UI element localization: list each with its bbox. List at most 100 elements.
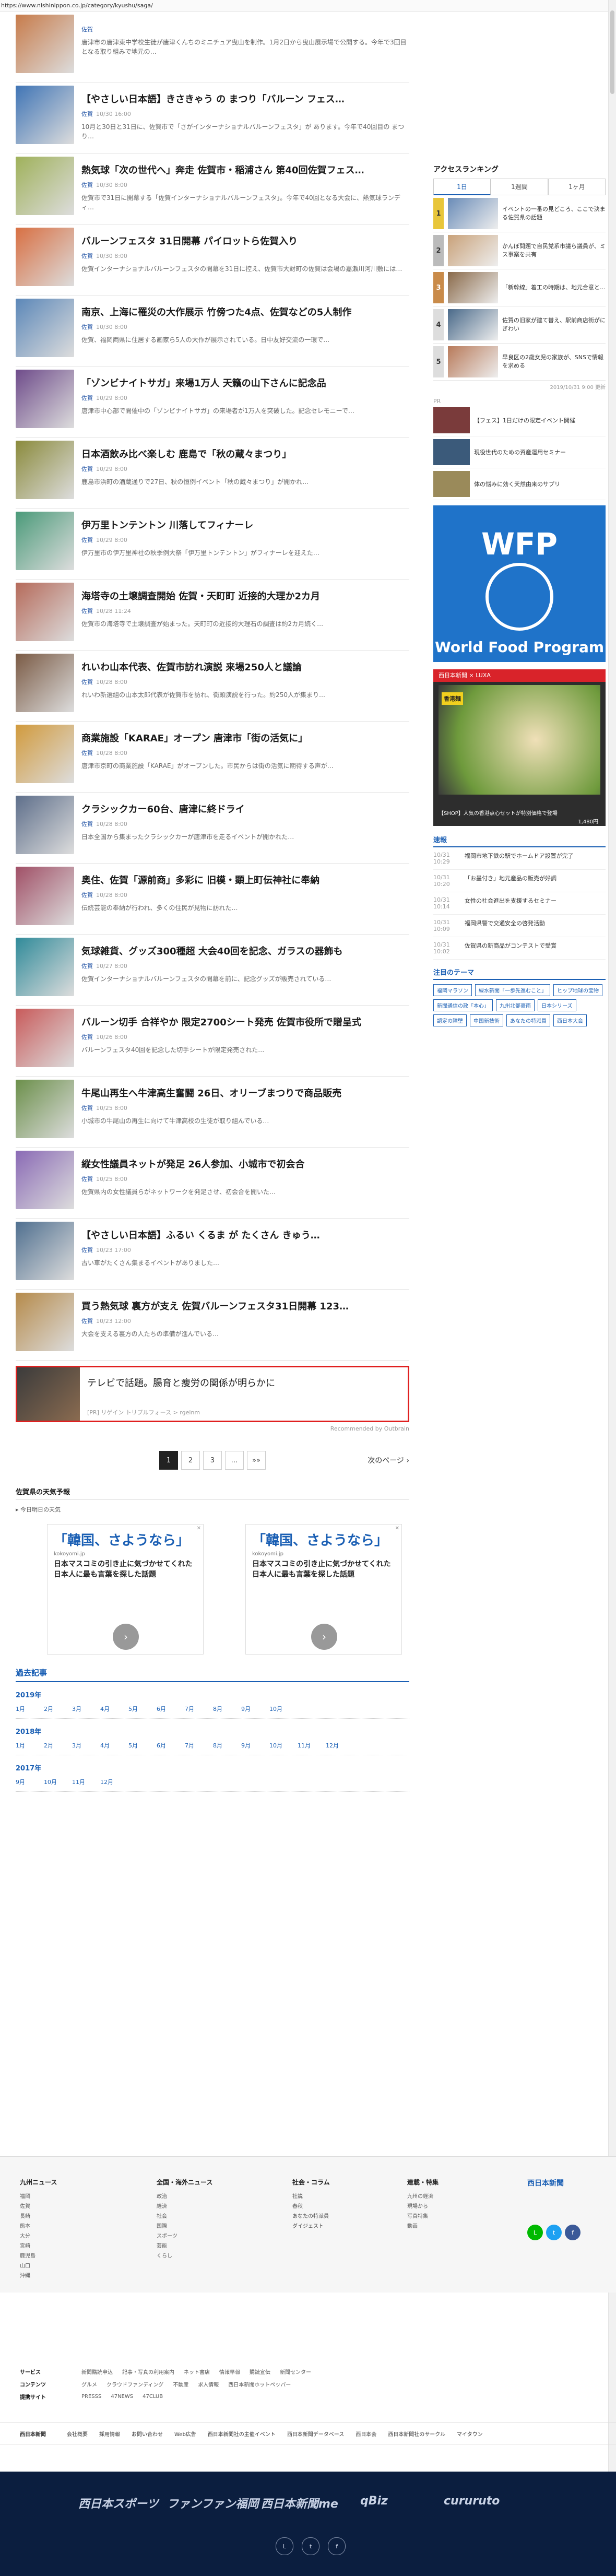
- ranking-tab[interactable]: 1週間: [491, 179, 548, 195]
- article-title[interactable]: 買う熱気球 裏方が支え 佐賀バルーンフェスタ31日開幕 123…: [81, 1299, 409, 1313]
- archive-month-link[interactable]: 2月: [44, 1741, 72, 1750]
- archive-month-link[interactable]: 4月: [100, 1741, 128, 1750]
- twitter-icon[interactable]: t: [302, 2537, 319, 2555]
- article-thumb[interactable]: [16, 1009, 74, 1067]
- footer-col-link[interactable]: 大分: [20, 2231, 98, 2241]
- article-item[interactable]: 牛尾山再生へ牛津高生奮闘 26日、オリーブまつりで商品販売 佐賀 10/25 8:…: [16, 1077, 409, 1148]
- footer-bar-link[interactable]: 西日本新聞社の主催イベント: [208, 2430, 276, 2438]
- footer-col-link[interactable]: 熊本: [20, 2221, 98, 2231]
- article-title[interactable]: 奥住、佐賀「源前商」多彩に 旧模・顕上町伝神社に奉納: [81, 873, 409, 887]
- article-tag[interactable]: 佐賀: [81, 1247, 93, 1254]
- archive-month-link[interactable]: 3月: [72, 1741, 100, 1750]
- article-title[interactable]: 熱気球「次の世代へ」奔走 佐賀市・稲浦さん 第40回佐賀フェス…: [81, 163, 409, 176]
- footer-bar-logo[interactable]: 西日本新聞: [20, 2430, 46, 2438]
- article-thumb[interactable]: [16, 1222, 74, 1280]
- footer-col-link[interactable]: 社会: [157, 2212, 235, 2221]
- scrollbar-thumb[interactable]: [610, 10, 614, 94]
- footer-logo[interactable]: 西日本新聞: [527, 2178, 606, 2188]
- archive-month-link[interactable]: 7月: [185, 1741, 213, 1750]
- article-tag[interactable]: 佐賀: [81, 1176, 93, 1183]
- footer-col-link[interactable]: 長崎: [20, 2212, 98, 2221]
- article-tag[interactable]: 佐賀: [81, 537, 93, 543]
- footer-bar-link[interactable]: Web広告: [174, 2430, 196, 2438]
- theme-tag[interactable]: ヒップ地球の宝物: [553, 984, 602, 996]
- article-title[interactable]: クラシックカー60台、唐津に終ドライ: [81, 802, 409, 816]
- article-tag[interactable]: 佐賀: [81, 821, 93, 828]
- footer-brand-logo[interactable]: cururuto: [444, 2495, 500, 2508]
- theme-tag[interactable]: 緑水新聞「一歩先進むこと」: [475, 984, 550, 996]
- article-tag[interactable]: 佐賀: [81, 608, 93, 615]
- footer-row-link[interactable]: 47CLUB: [143, 2394, 163, 2400]
- theme-tag[interactable]: 認定の障壁: [433, 1014, 467, 1026]
- pr-thumb[interactable]: [433, 471, 470, 497]
- footer-col-link[interactable]: 春秋: [292, 2202, 371, 2212]
- footer-col-title[interactable]: 連載・特集: [407, 2178, 485, 2187]
- article-item[interactable]: バルーン切手 合祥やか 限定2700シート発売 佐賀市役所で贈呈式 佐賀 10/2…: [16, 1006, 409, 1077]
- footer-row-link[interactable]: 不動産: [173, 2380, 188, 2388]
- article-thumb[interactable]: [16, 583, 74, 641]
- footer-bar-link[interactable]: 西日本新聞社のサークル: [388, 2430, 445, 2438]
- article-thumb[interactable]: [16, 796, 74, 854]
- article-tag[interactable]: 佐賀: [81, 1318, 93, 1325]
- rank-title[interactable]: かんぽ問題で自民党系市議ら議員が、ミス事案を共有: [502, 242, 606, 259]
- article-thumb[interactable]: [16, 370, 74, 428]
- archive-month-link[interactable]: 7月: [185, 1705, 213, 1713]
- footer-col-link[interactable]: くらし: [157, 2251, 235, 2261]
- rank-title[interactable]: 「新幹線」着工の時期は、地元合意と…: [502, 283, 606, 292]
- footer-col-title[interactable]: 全国・海外ニュース: [157, 2178, 235, 2187]
- pr-thumb[interactable]: [433, 439, 470, 465]
- footer-col-link[interactable]: 写真特集: [407, 2212, 485, 2221]
- article-item[interactable]: 海塔寺の土壌調査開始 佐賀・天町町 近接的大理か2カ月 佐賀 10/28 11:2…: [16, 580, 409, 651]
- page-link[interactable]: 3: [203, 1451, 222, 1470]
- article-item[interactable]: れいわ山本代表、佐賀市訪れ演説 来場250人と議論 佐賀 10/28 8:00 れ…: [16, 651, 409, 722]
- article-thumb[interactable]: [16, 512, 74, 570]
- article-thumb[interactable]: [16, 15, 74, 73]
- breaking-title-text[interactable]: 福岡県警で交通安全の啓発活動: [465, 919, 545, 932]
- ranking-item[interactable]: 2 かんぽ問題で自民党系市議ら議員が、ミス事案を共有: [433, 232, 606, 269]
- footer-row-link[interactable]: クラウドファンディング: [106, 2380, 163, 2388]
- article-item[interactable]: 奥住、佐賀「源前商」多彩に 旧模・顕上町伝神社に奉納 佐賀 10/28 8:00 …: [16, 864, 409, 935]
- article-tag[interactable]: 佐賀: [81, 395, 93, 401]
- footer-col-link[interactable]: 鹿児島: [20, 2251, 98, 2261]
- footer-col-link[interactable]: 佐賀: [20, 2202, 98, 2212]
- ad-close-icon[interactable]: ✕: [395, 1526, 399, 1531]
- article-tag[interactable]: 佐賀: [81, 111, 93, 117]
- article-tag[interactable]: 佐賀: [81, 679, 93, 686]
- article-item[interactable]: 商業施設「KARAE」オープン 唐津市「街の活気に」 佐賀 10/28 8:00 …: [16, 722, 409, 793]
- article-thumb[interactable]: [16, 938, 74, 996]
- ranking-tab[interactable]: 1日: [433, 179, 491, 195]
- ad-card[interactable]: ✕ 「韓国、さようなら」 kokoyomi.jp 日本マスコミの引き止に気づかせ…: [47, 1524, 204, 1655]
- footer-bar-link[interactable]: 西日本新聞データベース: [287, 2430, 345, 2438]
- article-item[interactable]: 縦女性議員ネットが発足 26人参加、小城市で初会合 佐賀 10/25 8:00 佐…: [16, 1148, 409, 1219]
- article-title[interactable]: 【やさしい日本語】ふるい くるま が たくさん きゅう…: [81, 1228, 409, 1242]
- pr-title[interactable]: 現役世代のための資産運用セミナー: [474, 448, 566, 456]
- article-item[interactable]: 伊万里トンテントン 川落してフィナーレ 佐賀 10/29 8:00 伊万里市の伊万…: [16, 509, 409, 580]
- theme-tag[interactable]: 中国新技術: [470, 1014, 503, 1026]
- ranking-item[interactable]: 3 「新幹線」着工の時期は、地元合意と…: [433, 269, 606, 306]
- article-tag[interactable]: 佐賀: [81, 963, 93, 970]
- theme-tag[interactable]: 九州北部豪雨: [496, 999, 535, 1011]
- footer-col-title[interactable]: 社会・コラム: [292, 2178, 371, 2187]
- article-tag[interactable]: 佐賀: [81, 324, 93, 330]
- theme-tag[interactable]: 福岡マラソン: [433, 984, 472, 996]
- footer-row-link[interactable]: PRESSS: [81, 2394, 101, 2400]
- article-thumb[interactable]: [16, 867, 74, 925]
- archive-month-link[interactable]: 4月: [100, 1705, 128, 1713]
- article-item[interactable]: 佐賀 唐津市の唐津東中学校生徒が唐津くんちのミニチュア曳山を制作。1月2日から曳…: [16, 11, 409, 82]
- footer-col-link[interactable]: 経済: [157, 2202, 235, 2212]
- breaking-item[interactable]: 10/31 10:02 佐賀県の新商品がコンテストで受賞: [433, 937, 606, 960]
- article-title[interactable]: 伊万里トンテントン 川落してフィナーレ: [81, 518, 409, 531]
- archive-month-link[interactable]: 8月: [213, 1705, 241, 1713]
- article-thumb[interactable]: [16, 1151, 74, 1209]
- footer-col-link[interactable]: 現場から: [407, 2202, 485, 2212]
- footer-bar-link[interactable]: 採用情報: [99, 2430, 120, 2438]
- rank-title[interactable]: 早良区の2歳女児の家族が、SNSで情報を求める: [502, 353, 606, 370]
- rank-thumb[interactable]: [448, 272, 498, 303]
- footer-col-link[interactable]: ダイジェスト: [292, 2221, 371, 2231]
- ad-card[interactable]: ✕ 「韓国、さようなら」 kokoyomi.jp 日本マスコミの引き止に気づかせ…: [245, 1524, 402, 1655]
- footer-col-link[interactable]: スポーツ: [157, 2231, 235, 2241]
- archive-month-link[interactable]: 10月: [269, 1705, 298, 1713]
- archive-month-link[interactable]: 9月: [16, 1778, 44, 1786]
- footer-bar-link[interactable]: マイタウン: [457, 2430, 483, 2438]
- archive-month-link[interactable]: 9月: [241, 1705, 269, 1713]
